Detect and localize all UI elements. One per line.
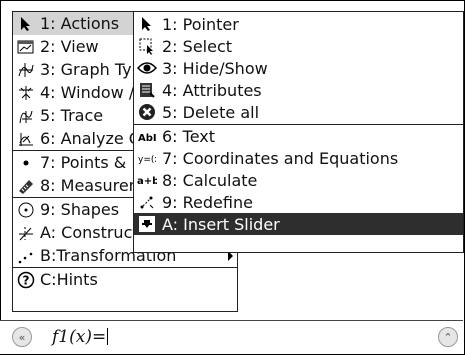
actions-submenu: 1: Pointer 2: Select 3: Hide/Show 4: Att… [133, 11, 464, 253]
svg-text:y=(x): y=(x) [138, 155, 156, 165]
double-chevron-left-icon: « [18, 330, 26, 344]
ruler-icon [16, 176, 36, 196]
construction-icon [16, 223, 36, 243]
submenu-item-select[interactable]: 2: Select [134, 35, 463, 57]
expand-history-button[interactable]: « [12, 327, 32, 347]
text-cursor [107, 328, 109, 345]
select-icon [137, 36, 157, 56]
window-zoom-icon [16, 83, 36, 103]
text-icon: AbI [137, 126, 157, 146]
double-chevron-up-icon: ⌃ [443, 330, 453, 344]
pointer-icon [16, 14, 36, 34]
submenu-item-attributes[interactable]: 4: Attributes [134, 79, 463, 101]
submenu-item-calculate[interactable]: a+b 8: Calculate [134, 169, 463, 191]
view-icon [16, 37, 36, 57]
submenu-item-text[interactable]: AbI 6: Text [134, 125, 463, 147]
submenu-item-redefine[interactable]: 9: Redefine [134, 191, 463, 213]
svg-text:AbI: AbI [138, 133, 156, 144]
redefine-icon [137, 192, 157, 212]
submenu-item-pointer[interactable]: 1: Pointer [134, 13, 463, 35]
submenu-item-delete-all[interactable]: 5: Delete all [134, 101, 463, 123]
submenu-item-coordinates[interactable]: y=(x) 7: Coordinates and Equations [134, 147, 463, 169]
graph-type-icon [16, 60, 36, 80]
submenu-item-hide-show[interactable]: 3: Hide/Show [134, 57, 463, 79]
menu-item-hints[interactable]: ? C:Hints [13, 268, 237, 291]
attributes-icon [137, 80, 157, 100]
function-input[interactable]: f1(x)= [52, 327, 109, 347]
delete-icon [137, 102, 157, 122]
pointer-icon [137, 14, 157, 34]
transformation-icon [16, 246, 36, 266]
coordinates-icon: y=(x) [137, 148, 157, 168]
calculate-icon: a+b [137, 170, 157, 190]
function-entry-line: « f1(x)= ⌃ [0, 320, 463, 354]
shapes-icon [16, 200, 36, 220]
hints-icon: ? [16, 270, 36, 290]
eye-icon [137, 58, 157, 78]
analyze-icon [16, 129, 36, 149]
svg-text:a+b: a+b [137, 176, 157, 187]
svg-text:?: ? [23, 273, 30, 287]
points-icon [16, 153, 36, 173]
collapse-entry-button[interactable]: ⌃ [438, 327, 458, 347]
slider-icon [137, 214, 157, 234]
submenu-item-insert-slider[interactable]: A: Insert Slider [134, 213, 463, 235]
trace-icon [16, 106, 36, 126]
